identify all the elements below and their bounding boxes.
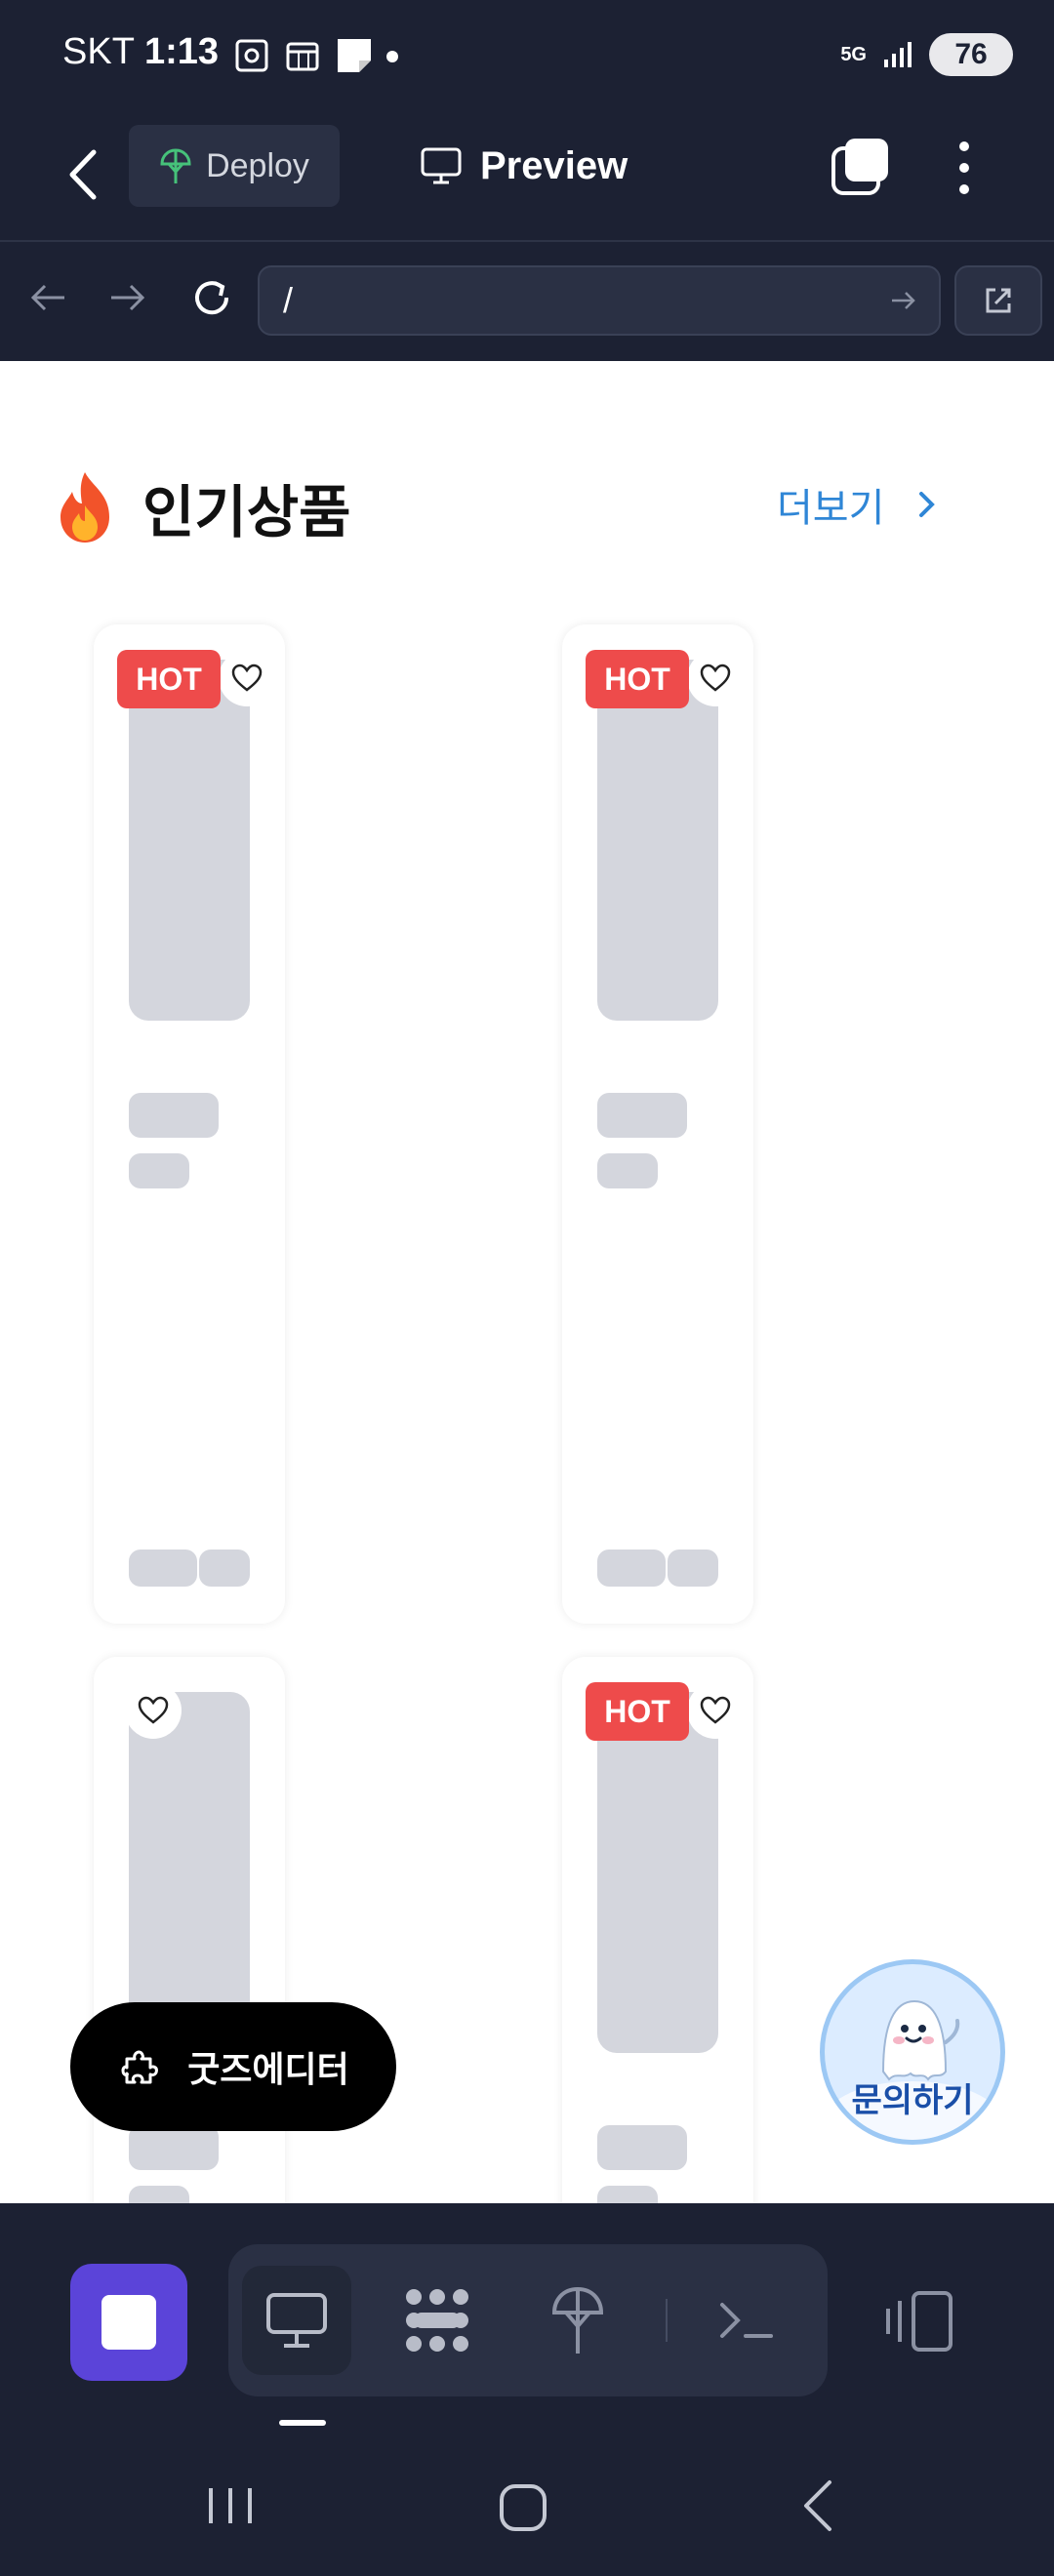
deploy-icon — [551, 2286, 604, 2354]
tool-divider — [666, 2299, 668, 2342]
monitor-icon — [266, 2293, 327, 2348]
fire-icon — [61, 472, 109, 543]
browser-forward-icon[interactable] — [101, 271, 154, 324]
active-tab-indicator — [279, 2420, 326, 2426]
inquiry-label: 문의하기 — [851, 2082, 974, 2119]
recent-apps-icon[interactable] — [191, 2467, 269, 2545]
hot-badge: HOT — [586, 1682, 689, 1741]
monitor-icon — [421, 147, 462, 184]
nodes-icon — [406, 2289, 468, 2352]
skeleton-tag — [129, 1550, 197, 1587]
tabs-icon[interactable] — [830, 135, 892, 197]
goods-editor-button[interactable]: 굿즈에디터 — [70, 2002, 396, 2131]
system-back-icon[interactable] — [781, 2467, 859, 2545]
wishlist-button[interactable] — [219, 650, 275, 706]
skeleton-tag — [597, 1550, 666, 1587]
wishlist-button[interactable] — [687, 650, 744, 706]
see-more-link[interactable]: 더보기 — [777, 476, 937, 533]
skeleton-subtitle — [129, 1153, 189, 1188]
device-toggle-icon[interactable] — [884, 2287, 962, 2355]
product-card[interactable]: HOT — [562, 624, 753, 1624]
heart-icon — [231, 664, 263, 692]
tool-terminal[interactable] — [691, 2266, 800, 2375]
status-bar: SKT 1:13 5G 76 — [0, 0, 1054, 111]
bottom-toolbar — [0, 2203, 1054, 2437]
external-link-icon — [986, 288, 1011, 313]
tool-switcher — [228, 2244, 828, 2396]
heart-icon — [700, 1696, 731, 1724]
deploy-icon — [160, 148, 191, 183]
skeleton-title — [129, 1093, 219, 1138]
tool-preview[interactable] — [242, 2266, 351, 2375]
heart-icon — [700, 664, 731, 692]
notification-dot — [386, 51, 398, 62]
carrier-label: SKT — [62, 31, 135, 72]
url-text: / — [283, 280, 294, 320]
product-card[interactable]: HOT — [94, 624, 285, 1624]
deploy-button[interactable]: Deploy — [129, 125, 340, 207]
product-image-placeholder — [597, 660, 718, 1021]
skeleton-tag — [668, 1550, 718, 1587]
browser-back-icon[interactable] — [21, 271, 74, 324]
hot-badge: HOT — [117, 650, 221, 708]
battery-level: 76 — [954, 38, 988, 70]
url-input[interactable]: / — [258, 265, 941, 336]
go-arrow-icon[interactable] — [888, 285, 919, 316]
more-options-icon[interactable] — [945, 137, 984, 199]
app-bar: Deploy Preview — [0, 111, 1054, 242]
hot-badge: HOT — [586, 650, 689, 708]
preview-tab[interactable]: Preview — [420, 125, 628, 207]
browser-bar: / — [0, 242, 1054, 361]
skeleton-subtitle — [129, 2186, 189, 2203]
section-title: 인기상품 — [142, 481, 351, 544]
back-button[interactable] — [59, 141, 107, 209]
tool-components[interactable] — [383, 2266, 492, 2375]
product-image-placeholder — [597, 1692, 718, 2053]
home-icon[interactable] — [484, 2467, 562, 2545]
chevron-right-icon — [919, 492, 936, 517]
preview-label: Preview — [480, 143, 628, 187]
product-image-placeholder — [129, 1692, 250, 2053]
screenshot-icon — [235, 39, 268, 72]
skeleton-tag — [199, 1550, 250, 1587]
heart-icon — [138, 1696, 169, 1724]
goods-editor-label: 굿즈에디터 — [187, 2049, 349, 2089]
signal-icon — [884, 42, 912, 67]
skeleton-title — [597, 1093, 687, 1138]
inquiry-button[interactable]: 문의하기 — [820, 1959, 1005, 2145]
clock: 1:13 — [144, 31, 220, 72]
reload-icon[interactable] — [185, 271, 238, 324]
product-card[interactable]: HOT — [562, 1657, 753, 2203]
note-icon — [338, 39, 371, 72]
system-nav-bar — [0, 2437, 1054, 2576]
calendar-icon — [286, 42, 319, 71]
product-image-placeholder — [129, 660, 250, 1021]
battery-indicator: 76 — [929, 33, 1013, 76]
puzzle-icon — [121, 2050, 159, 2084]
wishlist-button[interactable] — [687, 1682, 744, 1739]
skeleton-subtitle — [597, 2186, 658, 2203]
deploy-label: Deploy — [206, 146, 309, 184]
tool-deploy[interactable] — [523, 2266, 632, 2375]
terminal-icon — [720, 2303, 773, 2338]
skeleton-title — [129, 2125, 219, 2170]
open-external-button[interactable] — [954, 265, 1042, 336]
skeleton-subtitle — [597, 1153, 658, 1188]
stop-button[interactable] — [70, 2264, 187, 2381]
see-more-label: 더보기 — [777, 487, 885, 530]
section-header: 인기상품 — [49, 466, 350, 548]
network-type: 5G — [840, 44, 867, 65]
skeleton-title — [597, 2125, 687, 2170]
preview-content: 인기상품 더보기 HOT HOT HOT — [0, 361, 1054, 2203]
stop-icon — [101, 2295, 156, 2350]
wishlist-button[interactable] — [125, 1682, 182, 1739]
